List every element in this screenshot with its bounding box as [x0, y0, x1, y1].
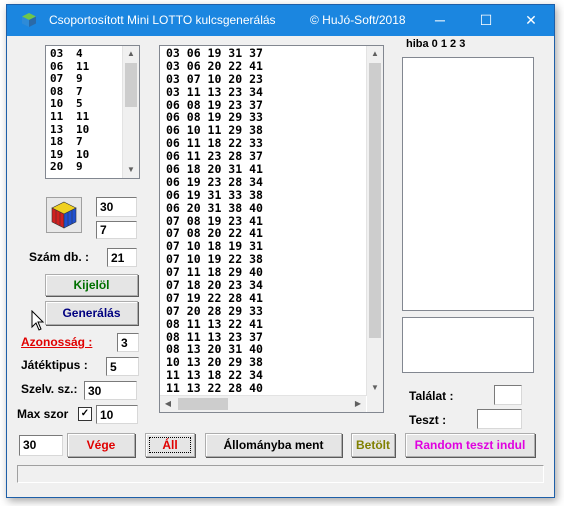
pair-count: 11: [76, 109, 90, 123]
app-cube-icon: [22, 13, 36, 27]
pair-number: 07: [50, 72, 64, 86]
jatektipus-label: Játéktipus :: [21, 358, 88, 372]
combination-list-item[interactable]: 06 19 31 33 38: [166, 188, 263, 202]
value-30-field[interactable]: 30: [96, 197, 137, 217]
window-title: Csoportosított Mini LOTTO kulcsgenerálás: [49, 13, 276, 27]
teszt-label: Teszt :: [409, 413, 447, 427]
combination-list-item[interactable]: 08 11 13 22 41: [166, 317, 263, 331]
pair-count: 4: [76, 47, 83, 60]
minimize-icon: ─: [435, 12, 445, 28]
max-szor-field[interactable]: 10: [96, 405, 138, 424]
combination-list-item[interactable]: 11 13 22 28 40: [166, 382, 263, 395]
szelv-label: Szelv. sz.:: [21, 382, 78, 396]
rubik-cube-image[interactable]: [46, 197, 82, 233]
pair-count: 9: [76, 160, 83, 174]
mouse-cursor-icon: [31, 310, 45, 331]
betolt-button[interactable]: Betölt: [351, 433, 395, 457]
teszt-field[interactable]: [477, 409, 522, 429]
combination-list-item[interactable]: 03 06 19 31 37: [166, 47, 263, 60]
rubik-cube-icon: [51, 201, 77, 229]
pairs-list-item[interactable]: 07 9: [50, 72, 89, 86]
close-icon: ✕: [525, 12, 537, 28]
result-listbox[interactable]: [402, 317, 534, 373]
azonossag-field[interactable]: 3: [117, 333, 139, 352]
main-window: Csoportosított Mini LOTTO kulcsgenerálás…: [6, 4, 555, 498]
window-copyright: © HuJó-Soft/2018: [310, 13, 406, 27]
random-teszt-button[interactable]: Random teszt indul: [405, 433, 535, 457]
pair-number: 11: [50, 109, 64, 123]
combination-list-item[interactable]: 03 07 10 20 23: [166, 72, 263, 86]
combination-list-item[interactable]: 06 18 20 31 41: [166, 163, 263, 176]
count-field[interactable]: 30: [19, 435, 63, 456]
pair-count: 5: [76, 97, 83, 111]
scroll-left-icon[interactable]: ◀: [160, 396, 176, 412]
scroll-right-icon[interactable]: ▶: [350, 396, 366, 412]
max-szor-checkbox[interactable]: ✓: [78, 407, 92, 421]
pair-count: 7: [76, 135, 83, 149]
title-bar[interactable]: Csoportosított Mini LOTTO kulcsgenerálás…: [7, 5, 554, 36]
talalat-field[interactable]: [494, 385, 522, 405]
allomanyba-ment-button[interactable]: Állományba ment: [205, 433, 342, 457]
azonossag-label: Azonosság :: [21, 335, 93, 349]
scroll-down-icon[interactable]: ▼: [367, 380, 383, 396]
pair-count: 11: [76, 59, 90, 73]
scroll-up-icon[interactable]: ▲: [367, 46, 383, 62]
combination-list-item[interactable]: 07 19 22 28 41: [166, 292, 263, 305]
scroll-up-icon[interactable]: ▲: [123, 46, 139, 62]
combination-list-item[interactable]: 07 20 28 29 33: [166, 304, 263, 318]
value-7-field[interactable]: 7: [96, 221, 137, 239]
combination-list-item[interactable]: 06 19 23 28 34: [166, 176, 263, 189]
minimize-button[interactable]: ─: [417, 5, 463, 36]
scroll-down-icon[interactable]: ▼: [123, 162, 139, 178]
combination-list-item[interactable]: 03 06 20 22 41: [166, 59, 263, 73]
kijelol-button[interactable]: Kijelöl: [45, 274, 138, 296]
pair-count: 10: [76, 122, 90, 136]
status-bar: [17, 465, 544, 483]
maximize-button[interactable]: ☐: [463, 5, 509, 36]
all-button[interactable]: Áll: [145, 433, 195, 457]
scroll-thumb[interactable]: [369, 63, 381, 338]
pairs-list-item[interactable]: 20 9: [50, 161, 89, 174]
pair-count: 7: [76, 84, 83, 98]
pair-count: 10: [76, 147, 90, 161]
combinations-vscrollbar[interactable]: ▲ ▼: [366, 46, 383, 396]
scroll-thumb[interactable]: [125, 63, 137, 107]
szam-db-field[interactable]: 21: [107, 248, 137, 267]
pair-count: 9: [76, 72, 83, 86]
vege-button[interactable]: Vége: [67, 433, 135, 457]
pair-number: 03: [50, 47, 64, 60]
combination-list-item[interactable]: 06 20 31 38 40: [166, 201, 263, 215]
talalat-label: Találat :: [409, 389, 454, 403]
jatektipus-field[interactable]: 5: [106, 357, 139, 376]
close-button[interactable]: ✕: [508, 5, 554, 36]
generalas-button[interactable]: Generálás: [45, 301, 138, 325]
maximize-icon: ☐: [479, 12, 493, 28]
szam-db-label: Szám db. :: [29, 250, 90, 264]
combinations-listbox[interactable]: 03 06 19 31 37 03 06 20 22 41 03 07 10 20 …: [159, 45, 384, 413]
combination-list-item[interactable]: 03 11 13 23 34: [166, 85, 263, 99]
pair-number: 20: [50, 160, 64, 174]
combinations-hscrollbar[interactable]: ◀ ▶: [160, 395, 366, 412]
scroll-thumb[interactable]: [178, 398, 228, 410]
szelv-field[interactable]: 30: [84, 381, 137, 400]
max-szor-label: Max szor: [17, 407, 69, 421]
pair-number: 18: [50, 135, 64, 149]
pairs-listbox[interactable]: 03 4 06 11 07 9 08 7 10 5 11 11 13 10 18 7 19 10 20 9 ▲ ▼: [45, 45, 140, 179]
hiba-header: hiba 0 1 2 3: [406, 38, 466, 50]
pairs-scrollbar[interactable]: ▲ ▼: [122, 46, 139, 178]
hiba-listbox[interactable]: [402, 57, 534, 311]
combination-list-item[interactable]: 07 18 20 23 34: [166, 279, 263, 292]
